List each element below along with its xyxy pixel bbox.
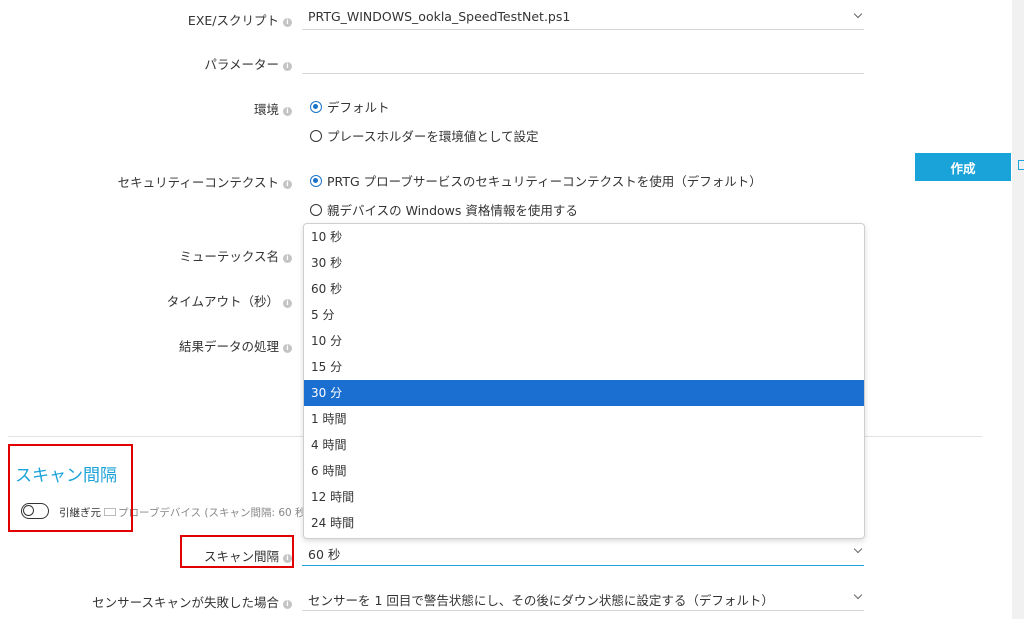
mutex-label: ミューテックス名 i <box>0 246 292 265</box>
dropdown-option[interactable]: 10 秒 <box>304 224 864 250</box>
scan-interval-select[interactable]: 60 秒 <box>302 544 864 566</box>
dropdown-option[interactable]: 24 時間 <box>304 510 864 536</box>
chevron-down-icon <box>855 11 862 18</box>
result-handling-label: 結果データの処理 i <box>0 336 292 355</box>
scan-interval-dropdown[interactable]: 10 秒 30 秒 60 秒 5 分 10 分 15 分 30 分 1 時間 4… <box>303 223 865 539</box>
exe-script-value: PRTG_WINDOWS_ookla_SpeedTestNet.ps1 <box>308 9 571 24</box>
env-option-default[interactable]: デフォルト <box>310 97 390 116</box>
info-icon[interactable]: i <box>283 180 292 189</box>
info-icon[interactable]: i <box>283 344 292 353</box>
inherit-source: プローブデバイス (スキャン間隔: 60 秒 <box>118 507 306 519</box>
radio-selected-icon[interactable] <box>310 174 322 187</box>
radio-icon[interactable] <box>310 129 322 142</box>
scan-fail-select[interactable]: センサーを 1 回目で警告状態にし、その後にダウン状態に設定する（デフォルト） <box>302 590 864 611</box>
info-icon[interactable]: i <box>283 107 292 116</box>
dropdown-option[interactable]: 60 秒 <box>304 276 864 302</box>
create-button[interactable]: 作成 <box>915 153 1011 181</box>
document-icon[interactable] <box>1018 160 1024 170</box>
info-icon[interactable]: i <box>283 254 292 263</box>
parameter-input[interactable] <box>302 54 864 74</box>
highlight-box-section <box>8 444 133 532</box>
chevron-down-icon <box>855 592 862 599</box>
exe-script-select[interactable]: PRTG_WINDOWS_ookla_SpeedTestNet.ps1 <box>302 9 864 30</box>
radio-selected-icon[interactable] <box>310 100 322 113</box>
dropdown-option[interactable]: 10 分 <box>304 328 864 354</box>
dropdown-option[interactable]: 6 時間 <box>304 458 864 484</box>
scan-interval-value: 60 秒 <box>308 547 341 562</box>
scan-fail-value: センサーを 1 回目で警告状態にし、その後にダウン状態に設定する（デフォルト） <box>308 593 774 608</box>
dropdown-option[interactable]: 30 秒 <box>304 250 864 276</box>
info-icon[interactable]: i <box>283 600 292 609</box>
dropdown-option[interactable]: 5 分 <box>304 302 864 328</box>
dropdown-option-highlighted[interactable]: 30 分 <box>304 380 864 406</box>
info-icon[interactable]: i <box>283 62 292 71</box>
security-context-label: セキュリティーコンテクスト i <box>0 172 292 191</box>
timeout-label: タイムアウト（秒） i <box>0 291 292 310</box>
dropdown-option[interactable]: 1 時間 <box>304 406 864 432</box>
right-panel-edge <box>1012 0 1024 619</box>
security-option-probe[interactable]: PRTG プローブサービスのセキュリティーコンテクストを使用（デフォルト） <box>310 171 762 190</box>
environment-label: 環境 i <box>0 99 292 118</box>
dropdown-option[interactable]: 12 時間 <box>304 484 864 510</box>
security-option-windows[interactable]: 親デバイスの Windows 資格情報を使用する <box>310 200 578 219</box>
dropdown-option[interactable]: 4 時間 <box>304 432 864 458</box>
chevron-down-icon <box>855 546 862 553</box>
dropdown-option[interactable]: 15 分 <box>304 354 864 380</box>
radio-icon[interactable] <box>310 203 322 216</box>
scan-fail-label: センサースキャンが失敗した場合 i <box>0 592 292 611</box>
exe-script-label: EXE/スクリプト i <box>0 10 292 29</box>
env-option-placeholder[interactable]: プレースホルダーを環境値として設定 <box>310 126 539 145</box>
info-icon[interactable]: i <box>283 18 292 27</box>
highlight-box-interval-label <box>180 535 294 568</box>
info-icon[interactable]: i <box>283 299 292 308</box>
parameter-label: パラメーター i <box>0 54 292 73</box>
